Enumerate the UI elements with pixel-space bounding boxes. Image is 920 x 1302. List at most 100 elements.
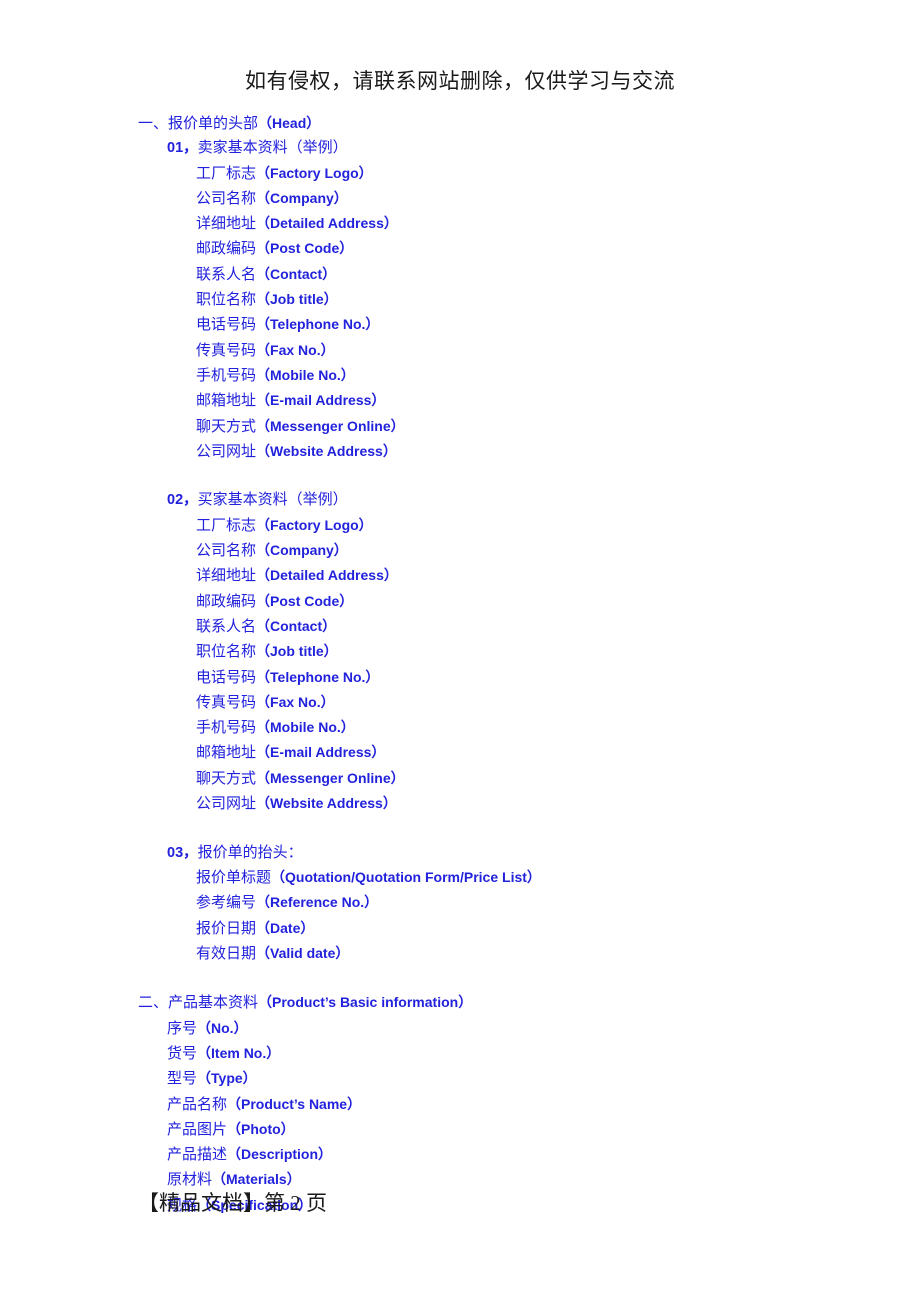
outline-item-label-zh: 有效日期 — [196, 945, 257, 962]
outline-item: 邮政编码（Post Code） — [138, 236, 858, 261]
outline-spacer — [138, 816, 858, 840]
outline-item: 邮箱地址（E-mail Address） — [138, 740, 858, 765]
outline-item-label-zh: 公司网址 — [196, 443, 257, 460]
outline-item-label-en: （Messenger Online） — [256, 769, 405, 786]
outline-item-label-zh: 邮政编码 — [196, 593, 257, 610]
outline-item: 二、产品基本资料（Product’s Basic information） — [138, 990, 858, 1015]
outline-item: 产品图片（Photo） — [138, 1117, 858, 1142]
outline-item: 产品描述（Description） — [138, 1142, 858, 1167]
page-footer: 【精品文档】第 2 页 — [138, 1191, 327, 1215]
outline-item: 序号（No.） — [138, 1016, 858, 1041]
outline-item-label-en: （Contact） — [256, 617, 337, 634]
outline-item-label-zh: 手机号码 — [196, 367, 257, 384]
outline-item-label-en: （Job title） — [256, 643, 338, 660]
outline-item-label-zh: 电话号码 — [196, 317, 257, 334]
outline-item: 工厂标志（Factory Logo） — [138, 513, 858, 538]
outline-item-label-en: （Description） — [227, 1146, 333, 1163]
outline-item-label-en: （Fax No.） — [256, 341, 335, 358]
outline-item-label-zh: 手机号码 — [196, 720, 257, 737]
copyright-notice: 如有侵权，请联系网站删除，仅供学习与交流 — [245, 69, 675, 93]
outline-item-label-zh: 参考编号 — [196, 895, 257, 912]
outline-item: 公司网址（Website Address） — [138, 439, 858, 464]
outline-item: 详细地址（Detailed Address） — [138, 211, 858, 236]
outline-item-label-en: （Reference No.） — [256, 894, 379, 911]
outline-item-number: 03， — [167, 844, 198, 861]
outline-item-label-zh: 货号 — [167, 1045, 198, 1062]
outline-item-label-zh: 产品图片 — [167, 1121, 228, 1138]
outline-item-label-zh: 卖家基本资料（举例） — [197, 140, 348, 157]
outline-item-label-en: （Website Address） — [256, 795, 397, 812]
outline-item: 电话号码（Telephone No.） — [138, 665, 858, 690]
outline-item-label-en: （Item No.） — [197, 1044, 281, 1061]
outline-spacer — [138, 464, 858, 488]
outline-item-label-zh: 详细地址 — [196, 568, 257, 585]
outline-item-label-en: （Product’s Basic information） — [258, 994, 473, 1011]
outline-item: 公司网址（Website Address） — [138, 791, 858, 816]
outline-item-label-zh: 序号 — [167, 1020, 198, 1037]
outline-item-label-en: （Telephone No.） — [256, 316, 380, 333]
document-page: 如有侵权，请联系网站删除，仅供学习与交流 一、报价单的头部（Head） 01，卖家… — [0, 0, 920, 1302]
outline-item-label-en: （Contact） — [256, 265, 337, 282]
outline-item-label-zh: 一、报价单的头部 — [138, 116, 259, 132]
outline-spacer — [138, 966, 858, 990]
outline-item: 聊天方式（Messenger Online） — [138, 766, 858, 791]
outline-item-label-en: （Company） — [256, 189, 348, 206]
outline-item: 聊天方式（Messenger Online） — [138, 414, 858, 439]
outline-item-label-zh: 二、产品基本资料 — [138, 995, 259, 1012]
outline-item-label-en: （Telephone No.） — [256, 668, 380, 685]
outline-item: 联系人名（Contact） — [138, 614, 858, 639]
outline-item-label-en: （Detailed Address） — [256, 567, 398, 584]
outline-list: 一、报价单的头部（Head） 01，卖家基本资料（举例） 工厂标志（Factory … — [138, 111, 858, 1218]
outline-item-label-zh: 详细地址 — [196, 216, 257, 233]
outline-item-label-zh: 聊天方式 — [196, 418, 257, 435]
outline-item-label-zh: 职位名称 — [196, 644, 257, 661]
outline-item-label-en: （Messenger Online） — [256, 417, 405, 434]
outline-item-label-en: （Post Code） — [256, 592, 354, 609]
outline-item-label-en: （Factory Logo） — [256, 164, 373, 181]
outline-item-label-zh: 公司名称 — [196, 543, 257, 560]
outline-item-label-en: （Mobile No.） — [256, 719, 355, 736]
outline-item-label-zh: 传真号码 — [196, 694, 257, 711]
outline-item-label-zh: 产品名称 — [167, 1096, 228, 1113]
outline-item-label-zh: 邮箱地址 — [196, 393, 257, 410]
outline-item-label-en: （Website Address） — [256, 442, 397, 459]
outline-item: 公司名称（Company） — [138, 186, 858, 211]
outline-item-label-zh: 电话号码 — [196, 669, 257, 686]
outline-item-label-en: （Photo） — [227, 1120, 295, 1137]
outline-item-label-en: （Fax No.） — [256, 693, 335, 710]
outline-item: 型号（Type） — [138, 1066, 858, 1091]
outline-item: 邮箱地址（E-mail Address） — [138, 388, 858, 413]
outline-item-number: 02， — [167, 492, 198, 509]
outline-item-label-en: （Company） — [256, 542, 348, 559]
outline-item-label-zh: 工厂标志 — [196, 165, 257, 182]
outline-item-label-zh: 报价单的抬头： — [197, 844, 303, 861]
outline-item-label-zh: 邮箱地址 — [196, 745, 257, 762]
outline-item-label-zh: 型号 — [167, 1071, 198, 1088]
outline-item-label-zh: 聊天方式 — [196, 770, 257, 787]
outline-item: 一、报价单的头部（Head） — [138, 111, 858, 136]
outline-item-label-zh: 产品描述 — [167, 1147, 228, 1164]
outline-item-label-en: （E-mail Address） — [256, 392, 386, 409]
outline-item-label-en: （Head） — [258, 115, 321, 131]
outline-item-label-zh: 工厂标志 — [196, 517, 257, 534]
outline-item: 详细地址（Detailed Address） — [138, 563, 858, 588]
outline-item-label-en: （Quotation/Quotation Form/Price List） — [271, 868, 541, 885]
outline-item-label-zh: 联系人名 — [196, 618, 257, 635]
outline-item-label-en: （Mobile No.） — [256, 366, 355, 383]
outline-item: 电话号码（Telephone No.） — [138, 312, 858, 337]
outline-item-label-en: （Materials） — [212, 1171, 301, 1188]
outline-item: 03，报价单的抬头： — [138, 841, 858, 865]
outline-item-label-en: （Date） — [256, 919, 315, 936]
outline-item: 职位名称（Job title） — [138, 287, 858, 312]
outline-item-label-en: （Post Code） — [256, 240, 354, 257]
outline-item: 邮政编码（Post Code） — [138, 589, 858, 614]
outline-item-label-zh: 职位名称 — [196, 292, 257, 309]
outline-item-label-zh: 公司名称 — [196, 190, 257, 207]
outline-item-label-en: （Type） — [197, 1070, 257, 1087]
outline-item-label-en: （Detailed Address） — [256, 215, 398, 232]
outline-item: 职位名称（Job title） — [138, 639, 858, 664]
outline-item-label-zh: 联系人名 — [196, 266, 257, 283]
outline-item: 报价单标题（Quotation/Quotation Form/Price Lis… — [138, 865, 858, 890]
outline-item: 手机号码（Mobile No.） — [138, 715, 858, 740]
outline-item-label-zh: 报价日期 — [196, 920, 257, 937]
